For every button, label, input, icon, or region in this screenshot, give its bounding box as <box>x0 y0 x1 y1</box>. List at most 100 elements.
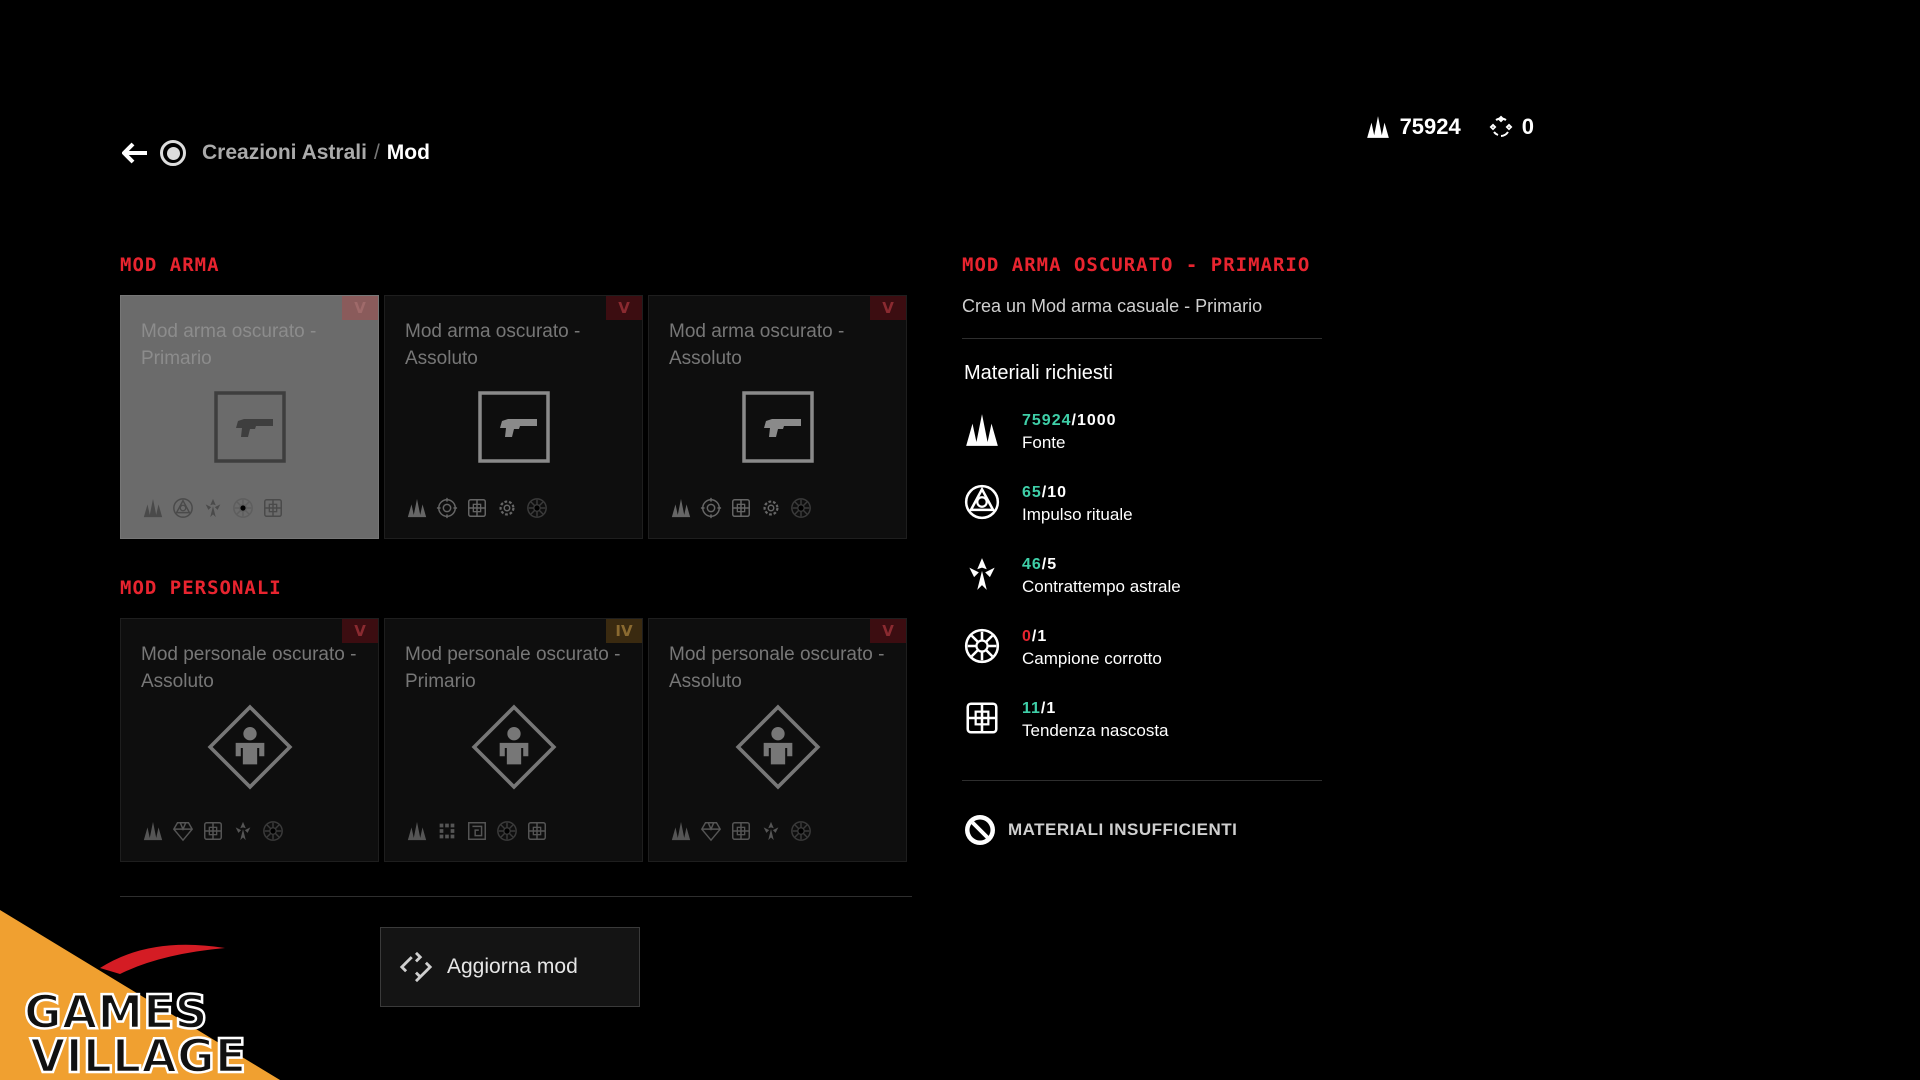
grid-icon <box>435 819 459 843</box>
material-need: /5 <box>1041 556 1058 573</box>
corrupted-sample-icon <box>525 496 549 520</box>
back-arrow-icon <box>122 142 147 164</box>
setback-icon <box>201 496 225 520</box>
breadcrumb-separator: / <box>373 141 380 164</box>
corrupted-sample-icon <box>231 496 255 520</box>
ring-icon[interactable] <box>160 140 186 166</box>
fonte-icon <box>1366 116 1389 138</box>
personal-mod-icon <box>207 705 292 789</box>
tier-badge: V <box>342 619 378 643</box>
card-title: Mod personale oscurato - Assoluto <box>141 644 357 692</box>
fonte-amount: 75924 <box>1399 114 1461 139</box>
corrupted-sample-icon <box>789 496 813 520</box>
breadcrumb-current: Mod <box>386 141 430 164</box>
material-name: Fonte <box>1022 433 1066 452</box>
card-materials <box>141 819 285 843</box>
astral-setback-icon <box>962 554 1002 594</box>
material-name: Contrattempo astrale <box>1022 577 1181 596</box>
personal-mod-icon <box>735 705 820 789</box>
fonte-icon <box>669 819 693 843</box>
target-icon <box>435 496 459 520</box>
breadcrumb-parent[interactable]: Creazioni Astrali <box>202 141 367 165</box>
detail-divider-bottom <box>962 780 1322 781</box>
weapon-mods-title: MOD ARMA <box>120 254 220 276</box>
currency-bar: 75924 0 <box>1365 114 1534 140</box>
tier-badge: V <box>606 296 642 320</box>
fonte-currency: 75924 <box>1365 114 1461 140</box>
glimmer-icon <box>1489 115 1513 137</box>
material-row-tendenza: 11/1 Tendenza nascosta <box>962 698 1169 742</box>
svg-text:VILLAGE: VILLAGE <box>30 1029 246 1080</box>
hidden-trend-icon <box>729 496 753 520</box>
maze-icon <box>465 819 489 843</box>
glimmer-amount: 0 <box>1521 114 1534 139</box>
prohibited-icon <box>965 815 995 845</box>
corrupted-sample-icon <box>789 819 813 843</box>
material-row-impulso: 65/10 Impulso rituale <box>962 482 1133 526</box>
detail-divider-top <box>962 338 1322 339</box>
card-materials <box>669 496 813 520</box>
tier-badge: V <box>342 296 378 320</box>
material-name: Tendenza nascosta <box>1022 721 1169 740</box>
personal-mod-card-3[interactable]: Mod personale oscurato - Assoluto V <box>648 618 907 862</box>
insufficient-materials-status: MATERIALI INSUFFICIENTI <box>962 812 1237 848</box>
fonte-icon <box>141 819 165 843</box>
gear-icon <box>495 496 519 520</box>
card-materials <box>405 819 549 843</box>
hidden-trend-icon <box>465 496 489 520</box>
fonte-icon <box>141 496 165 520</box>
personal-mod-icon <box>471 705 556 789</box>
card-title: Mod arma oscurato - Assoluto <box>669 321 845 369</box>
material-have: 75924 <box>1022 412 1072 429</box>
gear-icon <box>759 496 783 520</box>
card-title: Mod arma oscurato - Primario <box>141 321 317 369</box>
weapon-mod-card-3[interactable]: Mod arma oscurato - Assoluto V <box>648 295 907 539</box>
material-name: Campione corrotto <box>1022 649 1162 668</box>
material-need: /1000 <box>1071 412 1117 429</box>
weapon-mod-card-1[interactable]: Mod arma oscurato - Primario V <box>120 295 379 539</box>
setback-icon <box>759 819 783 843</box>
card-title: Mod personale oscurato - Primario <box>405 644 621 692</box>
gem-icon <box>171 819 195 843</box>
corrupted-sample-icon <box>495 819 519 843</box>
material-need: /10 <box>1041 484 1068 501</box>
update-mods-button[interactable]: Aggiorna mod <box>380 927 640 1007</box>
fonte-icon <box>405 819 429 843</box>
material-need: /1 <box>1031 628 1048 645</box>
card-title: Mod arma oscurato - Assoluto <box>405 321 581 369</box>
hidden-trend-icon <box>729 819 753 843</box>
material-row-contrattempo: 46/5 Contrattempo astrale <box>962 554 1181 598</box>
materials-title: Materiali richiesti <box>964 362 1113 384</box>
material-row-campione: 0/1 Campione corrotto <box>962 626 1162 670</box>
gamesvillage-watermark-logo: GAMES VILLAGE <box>0 910 280 1080</box>
weapon-mod-icon <box>213 391 286 463</box>
impulse-icon <box>171 496 195 520</box>
insufficient-materials-label: MATERIALI INSUFFICIENTI <box>1008 820 1238 839</box>
refresh-icon <box>399 951 433 983</box>
material-row-fonte: 75924/1000 Fonte <box>962 410 1117 454</box>
fonte-icon <box>669 496 693 520</box>
material-have: 46 <box>1022 556 1042 573</box>
personal-mod-card-1[interactable]: Mod personale oscurato - Assoluto V <box>120 618 379 862</box>
back-button[interactable] <box>120 138 150 168</box>
material-need: /1 <box>1040 700 1057 717</box>
material-name: Impulso rituale <box>1022 505 1133 524</box>
personal-mod-card-2[interactable]: Mod personale oscurato - Primario IV <box>384 618 643 862</box>
gem-icon <box>699 819 723 843</box>
update-mods-label: Aggiorna mod <box>447 955 578 978</box>
card-materials <box>141 496 285 520</box>
card-materials <box>669 819 813 843</box>
hidden-trend-icon <box>201 819 225 843</box>
material-have: 11 <box>1022 700 1041 717</box>
corrupted-sample-icon <box>261 819 285 843</box>
header-bar: Creazioni Astrali / Mod <box>120 138 430 168</box>
card-title: Mod personale oscurato - Assoluto <box>669 644 885 692</box>
hidden-trend-icon <box>261 496 285 520</box>
hidden-trend-icon <box>525 819 549 843</box>
detail-description: Crea un Mod arma casuale - Primario <box>962 296 1263 316</box>
glimmer-currency: 0 <box>1489 114 1534 140</box>
setback-icon <box>231 819 255 843</box>
personal-mods-title: MOD PERSONALI <box>120 577 282 599</box>
corrupted-sample-icon <box>962 626 1002 666</box>
weapon-mod-card-2[interactable]: Mod arma oscurato - Assoluto V <box>384 295 643 539</box>
